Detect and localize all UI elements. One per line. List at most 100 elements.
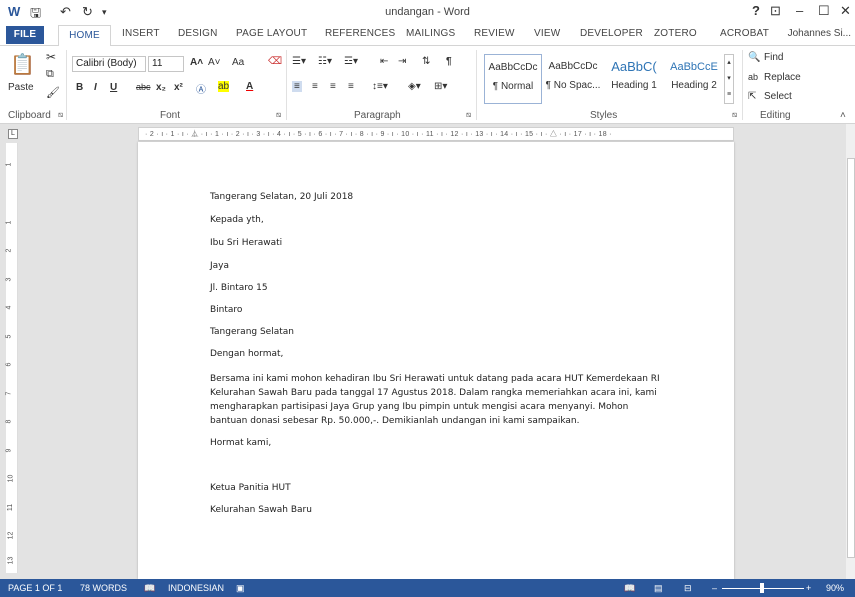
- collapse-ribbon-icon[interactable]: ˄: [840, 110, 846, 121]
- font-name-dropdown[interactable]: Calibri (Body): [72, 56, 146, 72]
- recipient-city: Tangerang Selatan: [210, 327, 294, 337]
- vertical-ruler[interactable]: 1 1 2 3 4 5 6 7 8 9 10 11 12 13: [5, 143, 18, 573]
- replace-button[interactable]: Replace: [764, 72, 801, 83]
- show-formatting-icon[interactable]: ¶: [446, 56, 452, 67]
- borders-icon[interactable]: ⊞▾: [434, 81, 447, 92]
- font-launcher-icon[interactable]: ⧅: [276, 110, 281, 120]
- web-layout-icon[interactable]: ⊟: [684, 583, 692, 594]
- tab-home[interactable]: HOME: [58, 25, 111, 47]
- read-mode-icon[interactable]: 📖: [624, 583, 635, 594]
- tab-page-layout[interactable]: PAGE LAYOUT: [236, 28, 307, 39]
- recipient-name: Ibu Sri Herawati: [210, 238, 283, 248]
- font-group-label: Font: [160, 110, 181, 121]
- justify-icon[interactable]: ≡: [348, 81, 354, 92]
- language[interactable]: INDONESIAN: [168, 583, 224, 593]
- minimize-icon[interactable]: –: [796, 3, 803, 18]
- paragraph-launcher-icon[interactable]: ⧅: [466, 110, 471, 120]
- shrink-font-icon[interactable]: A˅: [208, 57, 221, 68]
- editing-group-label: Editing: [760, 110, 791, 121]
- decrease-indent-icon[interactable]: ⇤: [380, 56, 388, 67]
- grow-font-icon[interactable]: A˄: [190, 57, 203, 68]
- zoom-level[interactable]: 90%: [826, 583, 844, 593]
- close-icon[interactable]: ✕: [840, 3, 851, 19]
- clipboard-group-label: Clipboard: [8, 110, 51, 121]
- line-spacing-icon[interactable]: ↕≡▾: [372, 81, 388, 92]
- align-center-icon[interactable]: ≡: [312, 81, 318, 92]
- underline-icon[interactable]: U: [110, 82, 117, 93]
- numbering-icon[interactable]: ☷▾: [318, 56, 332, 67]
- format-painter-icon[interactable]: 🖌: [46, 86, 60, 99]
- zoom-out-icon[interactable]: –: [712, 583, 717, 593]
- user-account[interactable]: Johannes Si...: [788, 28, 851, 39]
- ruler-number: 5: [5, 334, 13, 339]
- subscript-icon[interactable]: x₂: [156, 82, 166, 93]
- style-no-spacing[interactable]: AaBbCcDc ¶ No Spac...: [544, 54, 602, 104]
- zoom-slider-thumb[interactable]: [760, 583, 764, 593]
- styles-launcher-icon[interactable]: ⧅: [732, 110, 737, 120]
- change-case-button[interactable]: Aa: [232, 57, 244, 68]
- tab-mailings[interactable]: MAILINGS: [406, 28, 455, 39]
- print-layout-icon[interactable]: ▤: [654, 583, 663, 594]
- clear-formatting-icon[interactable]: ⌫: [268, 56, 282, 67]
- tab-acrobat[interactable]: ACROBAT: [720, 28, 769, 39]
- scrollbar-thumb[interactable]: [847, 158, 855, 558]
- style-preview: AaBbCcDc: [548, 61, 598, 72]
- group-divider: [742, 50, 743, 120]
- copy-icon[interactable]: ⧉: [46, 68, 54, 81]
- style-preview: AaBbCcE: [670, 61, 718, 73]
- macro-record-icon[interactable]: ▣: [236, 583, 245, 594]
- word-count[interactable]: 78 WORDS: [80, 583, 127, 593]
- tab-references[interactable]: REFERENCES: [325, 28, 395, 39]
- bullets-icon[interactable]: ☰▾: [292, 56, 306, 67]
- tab-design[interactable]: DESIGN: [178, 28, 218, 39]
- zoom-in-icon[interactable]: +: [806, 583, 811, 593]
- font-color-icon[interactable]: A: [246, 81, 253, 92]
- paste-icon[interactable]: 📋: [10, 52, 35, 77]
- select-icon[interactable]: ⇱: [748, 91, 756, 102]
- word-window: W 🖫 ↶ ↻ ▾ undangan - Word ? ⊡ – ☐ ✕ FILE…: [0, 0, 855, 597]
- document-page[interactable]: Tangerang Selatan, 20 Juli 2018 Kepada y…: [138, 142, 734, 579]
- font-size-dropdown[interactable]: 11: [148, 56, 184, 72]
- sort-icon[interactable]: ⇅: [422, 56, 430, 67]
- tab-insert[interactable]: INSERT: [122, 28, 160, 39]
- tab-developer[interactable]: DEVELOPER: [580, 28, 643, 39]
- find-button[interactable]: Find: [764, 52, 783, 63]
- style-normal[interactable]: AaBbCcDc ¶ Normal: [484, 54, 542, 104]
- paste-button[interactable]: Paste: [8, 82, 34, 93]
- clipboard-launcher-icon[interactable]: ⧅: [58, 110, 63, 120]
- replace-icon[interactable]: ab: [748, 72, 758, 82]
- cut-icon[interactable]: ✂: [46, 50, 56, 64]
- highlight-color-icon[interactable]: ab: [218, 81, 230, 92]
- tab-view[interactable]: VIEW: [534, 28, 560, 39]
- tab-file[interactable]: FILE: [6, 26, 44, 44]
- maximize-icon[interactable]: ☐: [818, 3, 830, 19]
- strikethrough-icon[interactable]: abc: [136, 82, 151, 92]
- style-heading-2[interactable]: AaBbCcE Heading 2: [666, 54, 722, 104]
- tab-review[interactable]: REVIEW: [474, 28, 515, 39]
- italic-icon[interactable]: I: [94, 82, 97, 93]
- page-count[interactable]: PAGE 1 OF 1: [8, 583, 62, 593]
- recipient-street: Jl. Bintaro 15: [210, 283, 268, 293]
- multilevel-list-icon[interactable]: ☲▾: [344, 56, 358, 67]
- proofing-icon[interactable]: 📖: [144, 583, 155, 594]
- superscript-icon[interactable]: x²: [174, 82, 183, 93]
- align-right-icon[interactable]: ≡: [330, 81, 336, 92]
- help-button[interactable]: ?: [752, 3, 760, 18]
- ruler-number: 2: [5, 248, 13, 253]
- tab-zotero[interactable]: ZOTERO: [654, 28, 697, 39]
- text-effects-icon[interactable]: Ⓐ: [196, 81, 206, 96]
- align-left-icon[interactable]: ≡: [292, 81, 302, 92]
- styles-scroll-icon[interactable]: ▴ ▾ ≡: [724, 54, 734, 104]
- style-heading-1[interactable]: AaBbC( Heading 1: [604, 54, 664, 104]
- increase-indent-icon[interactable]: ⇥: [398, 56, 406, 67]
- group-divider: [476, 50, 477, 120]
- find-icon[interactable]: 🔍: [748, 52, 760, 63]
- recipient-area: Bintaro: [210, 305, 243, 315]
- select-button[interactable]: Select: [764, 91, 792, 102]
- ribbon-display-options-icon[interactable]: ⊡: [770, 3, 781, 19]
- shading-icon[interactable]: ◈▾: [408, 81, 421, 92]
- ruler-ticks: · 2 · ı · 1 · ı · ⏅ · ı · 1 · ı · 2 · ı …: [145, 131, 612, 138]
- horizontal-ruler[interactable]: · 2 · ı · 1 · ı · ⏅ · ı · 1 · ı · 2 · ı …: [138, 127, 734, 141]
- tab-selector-icon[interactable]: L: [8, 129, 18, 139]
- bold-icon[interactable]: B: [76, 82, 83, 93]
